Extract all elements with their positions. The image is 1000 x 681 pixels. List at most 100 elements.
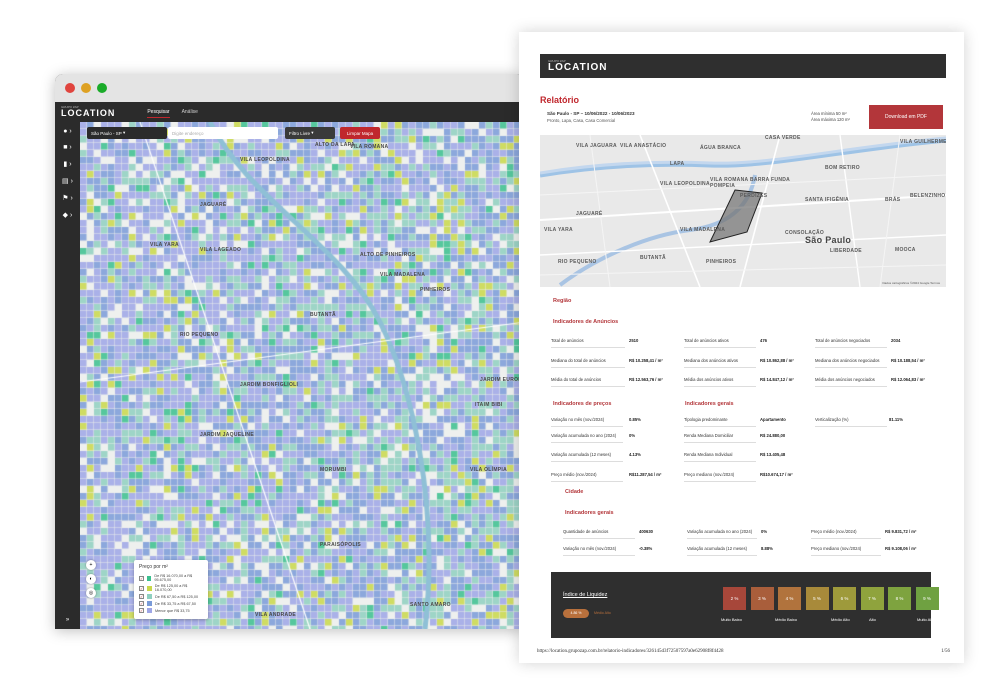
legend-checkbox[interactable]: ✓ xyxy=(139,601,144,606)
price-heatmap[interactable] xyxy=(80,122,525,629)
legend-item[interactable]: ✓ De R$ 16.070,00 a R$ 95.675,00 xyxy=(139,574,203,582)
location-pin-icon[interactable]: ● › xyxy=(59,128,77,135)
map-neighborhood-label: VILA ANDRADE xyxy=(255,612,297,618)
liquidity-scale-label: Médio Alto xyxy=(831,617,850,622)
expand-sidebar-icon[interactable]: » xyxy=(66,617,69,623)
report-map-label: LAPA xyxy=(670,161,685,167)
city-indicator-label: Quantidade de anúncios xyxy=(563,529,635,539)
flag-icon[interactable]: ⚑ › xyxy=(59,194,77,202)
bookmark-icon[interactable]: ▮ › xyxy=(59,160,77,168)
legend-label: Menor que R$ 33,75 xyxy=(155,608,190,613)
logo-text: LOCATION xyxy=(61,108,116,118)
download-pdf-button[interactable]: Download em PDF xyxy=(869,105,943,129)
filter-dropdown[interactable]: Filtro Livre ▾ xyxy=(285,127,335,139)
liquidity-level-box: 3 % xyxy=(750,587,774,610)
legend-checkbox[interactable]: ✓ xyxy=(139,575,144,581)
tab-pesquisar[interactable]: Pesquisar xyxy=(147,107,170,118)
map-credit: Dados cartográficos ©2024 Google Termos xyxy=(882,281,940,285)
city-indicator-value: R$ 9.831,72 / m² xyxy=(885,529,917,534)
legend-checkbox[interactable]: ✓ xyxy=(139,594,144,599)
document-icon[interactable]: ▤ › xyxy=(59,177,77,185)
clear-map-button[interactable]: Limpar Mapa xyxy=(340,127,380,139)
indicator-value: R$ 10.862,88 / m² xyxy=(760,358,794,363)
liquidity-scale-label: Muito Alto xyxy=(917,617,935,622)
city-indicator-label: Variação acumulada no ano (2024) xyxy=(687,529,757,539)
map-zoom-button[interactable]: + xyxy=(86,560,96,570)
price-legend: Preço por m² ✓ De R$ 16.070,00 a R$ 95.67… xyxy=(134,560,208,619)
legend-label: De R$ 16.070,00 a R$ 95.675,00 xyxy=(154,574,193,582)
legend-item[interactable]: ✓ De R$ 67,50 a R$ 125,00 xyxy=(139,594,203,599)
liquidity-title: Índice de Liquidez xyxy=(563,592,608,598)
report-map-label: BUTANTÃ xyxy=(640,255,666,261)
price-indicators-title: Indicadores de preços xyxy=(553,401,612,407)
price-indicator-value: 0% xyxy=(629,433,636,438)
city-indicator-value: 400630 xyxy=(639,529,653,534)
indicator-label: Total de anúncios xyxy=(551,338,625,348)
report-map-label: BRÁS xyxy=(885,197,901,203)
liquidity-scale-label: Médio Baixo xyxy=(775,617,798,622)
general-indicator-label: Renda Mediana Individual xyxy=(684,452,756,462)
map-locate-button[interactable]: ◎ xyxy=(86,588,96,598)
map-neighborhood-label: VILA YARA xyxy=(150,242,179,248)
verticalization-label: Verticalização (%) xyxy=(815,417,887,427)
city-title: Cidade xyxy=(565,489,584,495)
report-map-label: ÁGUA BRANCA xyxy=(700,145,741,151)
layers-icon[interactable]: ■ › xyxy=(59,144,77,151)
report-map[interactable]: VILA JAGUARA VILA ANASTÁCIO ÁGUA BRANCA CAS… xyxy=(540,135,946,287)
legend-swatch xyxy=(147,585,152,591)
report-map-label: JAGUARÉ xyxy=(576,211,603,217)
app-logo[interactable]: GRUPO ZAP LOCATION xyxy=(61,106,115,118)
indicator-value: R$ 12.563,76 / m² xyxy=(629,377,663,382)
city-indicator-value: -0.38% xyxy=(639,546,653,551)
address-search-input[interactable]: Digite endereço xyxy=(168,127,278,139)
tab-analise[interactable]: Análise xyxy=(182,107,198,117)
city-indicator-value: R$ 9.108,06 / m² xyxy=(885,546,917,551)
report-map-label: LIBERDADE xyxy=(830,248,862,254)
indicator-value: R$ 10.258,41 / m² xyxy=(629,358,663,363)
city-selector[interactable]: São Paulo - SP ▾ xyxy=(87,127,167,139)
report-url[interactable]: https://location.grupozap.com.br/relator… xyxy=(537,649,723,654)
map-neighborhood-label: RIO PEQUENO xyxy=(180,332,219,338)
legend-item[interactable]: ✓ Menor que R$ 33,75 xyxy=(139,608,203,613)
indicator-label: Mediana dos anúncios negociados xyxy=(815,358,887,368)
close-window-button[interactable] xyxy=(65,83,75,93)
map-neighborhood-label: VILA ROMANA xyxy=(350,144,389,150)
liquidity-level-box: 2 % xyxy=(723,587,746,610)
legend-swatch xyxy=(147,594,152,599)
liquidity-scale-label: Muito Baixo xyxy=(721,617,742,622)
maximize-window-button[interactable] xyxy=(97,83,107,93)
legend-checkbox[interactable]: ✓ xyxy=(139,608,144,613)
stack-icon[interactable]: ◆ › xyxy=(59,211,77,219)
liquidity-value-badge: 4.86 % xyxy=(563,609,589,618)
liquidity-level-text: Médio Alto xyxy=(594,611,611,615)
city-indicator-value: 8.88% xyxy=(761,546,773,551)
legend-label: De R$ 125,00 a R$ 16.070,00 xyxy=(154,584,188,592)
legend-label: De R$ 33,75 a R$ 67,50 xyxy=(155,601,196,606)
verticalization-value: 81.11% xyxy=(889,417,903,422)
report-map-label: São Paulo xyxy=(805,235,852,245)
report-map-label: VILA LEOPOLDINA xyxy=(660,181,710,187)
price-indicator-value: R$11.287,54 / m² xyxy=(629,472,662,477)
legend-checkbox[interactable]: ✓ xyxy=(139,585,144,591)
map-layer-button[interactable]: ◐ xyxy=(86,574,96,584)
report-logo-text: LOCATION xyxy=(548,61,608,73)
liquidity-scale-label: Alto xyxy=(869,617,876,622)
browser-window: GRUPO ZAP LOCATION Pesquisar Análise ● › … xyxy=(55,74,525,629)
map-neighborhood-label: PINHEIROS xyxy=(420,287,451,293)
liquidity-level-box: 4 % xyxy=(778,587,801,610)
browser-chrome xyxy=(55,74,525,102)
legend-title: Preço por m² xyxy=(139,564,168,570)
ads-indicators-title: Indicadores de Anúncios xyxy=(553,319,619,325)
report-map-label: VILA YARA xyxy=(544,227,573,233)
indicator-value: 2034 xyxy=(891,338,901,343)
report-logo: GRUPO ZAP LOCATION xyxy=(548,59,608,73)
legend-item[interactable]: ✓ De R$ 33,75 a R$ 67,50 xyxy=(139,601,203,606)
minimize-window-button[interactable] xyxy=(81,83,91,93)
map-area[interactable]: ALTO DA LAPA VILA ROMANA VILA LEOPOLDINA JA… xyxy=(80,122,525,629)
map-neighborhood-label: ITAIM BIBI xyxy=(475,402,503,408)
map-neighborhood-label: SANTO AMARO xyxy=(410,602,451,608)
liquidity-level-box: 5 % xyxy=(805,587,829,610)
legend-item[interactable]: ✓ De R$ 125,00 a R$ 16.070,00 xyxy=(139,584,203,592)
legend-rows: ✓ De R$ 16.070,00 a R$ 95.675,00 ✓ De R$ 12… xyxy=(139,574,203,613)
report-map-label: VILA GUILHERME xyxy=(900,139,946,145)
